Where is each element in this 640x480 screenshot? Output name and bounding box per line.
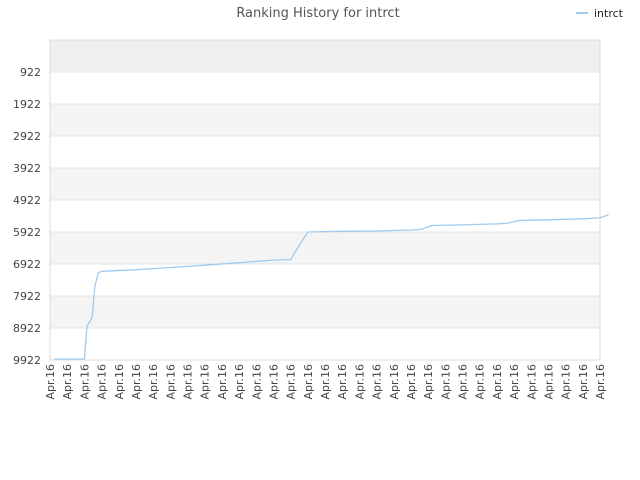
x-tick-label: Apr.16 [405, 364, 418, 400]
x-tick-label: Apr.16 [147, 364, 160, 400]
x-tick-label: Apr.16 [491, 364, 504, 400]
x-axis: Apr.16 Apr.16 Apr.16 Apr.16 Apr.16 Apr.16 Apr.… [44, 364, 607, 400]
legend: intrct [576, 7, 624, 20]
x-tick-label: Apr.16 [216, 364, 229, 400]
y-tick-label: 4922 [13, 194, 41, 207]
y-tick-label: 8922 [13, 322, 41, 335]
plot-band [50, 40, 600, 72]
x-tick-label: Apr.16 [250, 364, 263, 400]
x-tick-label: Apr.16 [164, 364, 177, 400]
y-tick-label: 7922 [13, 290, 41, 303]
x-tick-label: Apr.16 [542, 364, 555, 400]
x-tick-label: Apr.16 [113, 364, 126, 400]
plot-band [50, 232, 600, 264]
y-tick-label: 2922 [13, 130, 41, 143]
plot-band [50, 136, 600, 168]
x-tick-label: Apr.16 [78, 364, 91, 400]
x-tick-label: Apr.16 [474, 364, 487, 400]
x-tick-label: Apr.16 [508, 364, 521, 400]
x-tick-label: Apr.16 [61, 364, 74, 400]
y-tick-label: 5922 [13, 226, 41, 239]
chart-title: Ranking History for intrct [236, 6, 399, 21]
y-tick-label: 922 [20, 66, 41, 79]
x-tick-label: Apr.16 [525, 364, 538, 400]
plot-band [50, 72, 600, 104]
y-tick-label: 6922 [13, 258, 41, 271]
plot-band [50, 328, 600, 360]
x-tick-label: Apr.16 [267, 364, 280, 400]
x-tick-label: Apr.16 [560, 364, 573, 400]
plot-band [50, 168, 600, 200]
y-axis: 922 1922 2922 3922 4922 5922 6922 7922 8922 9922 [13, 66, 41, 367]
x-tick-label: Apr.16 [457, 364, 470, 400]
x-tick-label: Apr.16 [422, 364, 435, 400]
plot-band [50, 104, 600, 136]
x-tick-label: Apr.16 [199, 364, 212, 400]
x-tick-label: Apr.16 [182, 364, 195, 400]
ranking-chart: 922192229223922492259226922792289229922 … [13, 6, 624, 400]
plot-band [50, 296, 600, 328]
plot-band [50, 264, 600, 296]
plot-band [50, 200, 600, 232]
x-tick-label: Apr.16 [233, 364, 246, 400]
x-tick-label: Apr.16 [439, 364, 452, 400]
x-tick-label: Apr.16 [44, 364, 57, 400]
x-tick-label: Apr.16 [96, 364, 109, 400]
x-tick-label: Apr.16 [388, 364, 401, 400]
x-tick-label: Apr.16 [577, 364, 590, 400]
legend-label: intrct [594, 7, 624, 20]
x-tick-label: Apr.16 [336, 364, 349, 400]
x-tick-label: Apr.16 [594, 364, 607, 400]
y-tick-label: 1922 [13, 98, 41, 111]
x-tick-label: Apr.16 [302, 364, 315, 400]
y-tick-label: 9922 [13, 354, 41, 367]
x-tick-label: Apr.16 [130, 364, 143, 400]
x-tick-label: Apr.16 [319, 364, 332, 400]
x-tick-label: Apr.16 [285, 364, 298, 400]
x-tick-label: Apr.16 [353, 364, 366, 400]
y-tick-label: 3922 [13, 162, 41, 175]
x-tick-label: Apr.16 [371, 364, 384, 400]
